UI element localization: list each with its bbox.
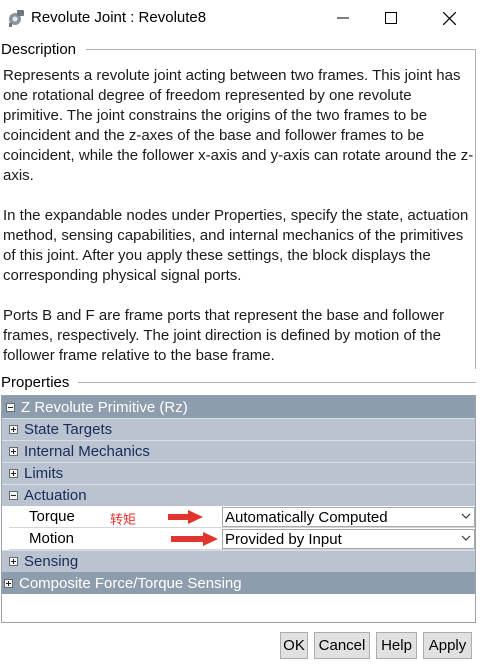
expand-icon[interactable] bbox=[9, 557, 18, 566]
tree-node-label: Composite Force/Torque Sensing bbox=[19, 574, 242, 592]
tree-node-internal-mechanics[interactable]: Internal Mechanics bbox=[2, 440, 475, 462]
property-row-torque: Torque 转矩 Automatically Computed bbox=[9, 506, 475, 528]
property-row-motion: Motion Provided by Input bbox=[9, 528, 475, 550]
description-group-right-line bbox=[475, 49, 476, 369]
tree-node-actuation[interactable]: Actuation bbox=[2, 484, 475, 506]
tree-node-label: Z Revolute Primitive (Rz) bbox=[21, 398, 188, 416]
tree-node-label: Internal Mechanics bbox=[24, 443, 150, 460]
description-text: Represents a revolute joint acting betwe… bbox=[3, 66, 475, 386]
properties-tree[interactable]: Z Revolute Primitive (Rz) State Targets … bbox=[1, 395, 476, 623]
torque-select[interactable]: Automatically Computed bbox=[222, 507, 475, 527]
apply-button[interactable]: Apply bbox=[423, 632, 472, 659]
properties-label: Properties bbox=[1, 374, 73, 392]
red-arrow-icon bbox=[168, 510, 203, 524]
properties-group-top-line bbox=[78, 382, 476, 383]
description-group-top-line bbox=[86, 49, 476, 50]
revolute-joint-icon bbox=[9, 10, 24, 27]
expand-icon[interactable] bbox=[4, 578, 13, 588]
tree-node-sensing[interactable]: Sensing bbox=[2, 550, 475, 572]
cancel-button[interactable]: Cancel bbox=[314, 632, 370, 659]
tree-node-composite-sensing[interactable]: Composite Force/Torque Sensing bbox=[2, 572, 475, 594]
motion-select[interactable]: Provided by Input bbox=[222, 529, 475, 549]
help-button[interactable]: Help bbox=[376, 632, 417, 659]
tree-node-z-revolute-primitive[interactable]: Z Revolute Primitive (Rz) bbox=[2, 396, 475, 418]
torque-select-value: Automatically Computed bbox=[225, 509, 388, 526]
close-icon bbox=[442, 11, 456, 25]
chevron-down-icon bbox=[461, 513, 471, 519]
close-button[interactable] bbox=[425, 0, 473, 36]
tree-node-label: Sensing bbox=[24, 553, 79, 570]
title-bar: Revolute Joint : Revolute8 bbox=[0, 0, 480, 36]
tree-node-label: State Targets bbox=[24, 421, 113, 438]
minimize-button[interactable] bbox=[319, 0, 367, 36]
collapse-icon[interactable] bbox=[9, 491, 18, 500]
tree-node-state-targets[interactable]: State Targets bbox=[2, 418, 475, 440]
expand-icon[interactable] bbox=[9, 447, 18, 456]
maximize-button[interactable] bbox=[367, 0, 415, 36]
torque-label: Torque bbox=[29, 508, 75, 525]
motion-select-value: Provided by Input bbox=[225, 531, 342, 548]
expand-icon[interactable] bbox=[9, 469, 18, 478]
description-paragraph: Ports B and F are frame ports that repre… bbox=[3, 307, 445, 364]
tree-node-label: Limits bbox=[24, 465, 64, 482]
window-title: Revolute Joint : Revolute8 bbox=[31, 9, 207, 26]
description-label: Description bbox=[1, 41, 80, 59]
maximize-icon bbox=[385, 12, 397, 24]
description-paragraph: Represents a revolute joint acting betwe… bbox=[3, 67, 474, 184]
ok-button[interactable]: OK bbox=[280, 632, 308, 659]
collapse-icon[interactable] bbox=[6, 402, 15, 412]
red-arrow-icon bbox=[171, 532, 218, 546]
tree-node-limits[interactable]: Limits bbox=[2, 462, 475, 484]
tree-node-label: Actuation bbox=[24, 487, 87, 504]
torque-annotation: 转矩 bbox=[110, 513, 137, 528]
chevron-down-icon bbox=[461, 535, 471, 541]
expand-icon[interactable] bbox=[9, 425, 18, 434]
motion-label: Motion bbox=[29, 530, 75, 547]
description-paragraph: In the expandable nodes under Properties… bbox=[3, 207, 469, 284]
minimize-icon bbox=[337, 17, 349, 19]
